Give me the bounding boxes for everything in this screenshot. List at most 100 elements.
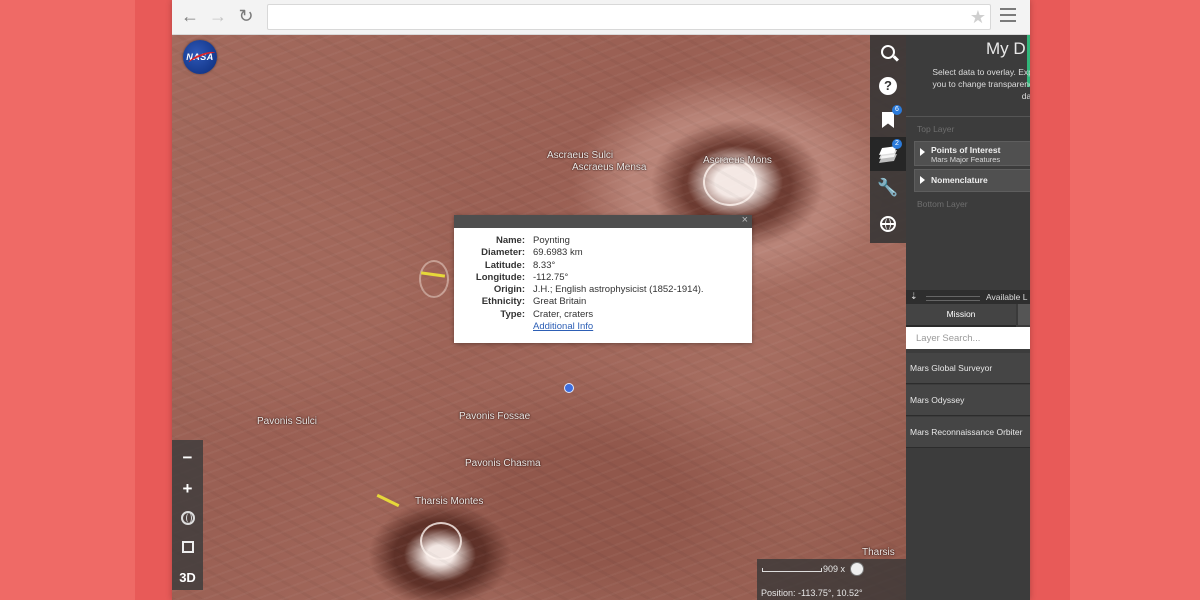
tab-next[interactable]	[1018, 304, 1030, 325]
tool-column: ? 6 2 🔧	[870, 35, 906, 243]
popup-value: Poynting	[533, 235, 570, 246]
nasa-logo[interactable]: NASA	[183, 40, 217, 74]
layers-badge: 2	[892, 139, 902, 149]
available-layers-bar[interactable]: ⇣ Available L	[906, 290, 1030, 304]
label-ascraeus-sulci: Ascraeus Sulci	[547, 150, 614, 161]
label-pavonis-sulci: Pavonis Sulci	[257, 416, 318, 427]
close-icon[interactable]: ×	[742, 214, 748, 227]
browser-toolbar: ← → ↻ ★	[172, 0, 1030, 35]
panel-description: Select data to overlay. Expa you to chan…	[910, 66, 1030, 102]
drag-handle[interactable]	[926, 296, 980, 301]
layer-name: Nomenclature	[931, 175, 988, 185]
popup-row: Diameter: 69.6983 km	[454, 247, 752, 259]
popup-value: J.H.; English astrophysicist (1852-1914)…	[533, 284, 704, 296]
tab-mission[interactable]: Mission	[906, 304, 1016, 327]
bookmark-icon	[882, 112, 894, 128]
popup-row: Longitude: -112.75°	[454, 272, 752, 284]
expand-triangle-icon[interactable]	[920, 176, 925, 184]
scale-bar	[762, 568, 822, 572]
globe-view-button[interactable]	[172, 505, 203, 531]
projection-ball-icon[interactable]	[850, 562, 864, 576]
wrench-icon: 🔧	[877, 178, 899, 197]
label-tharsis-montes: Tharsis Montes	[415, 496, 484, 507]
search-button[interactable]	[870, 35, 906, 69]
panel-description-line: you to change transparency	[932, 79, 1030, 89]
panel-description-line: Select data to overlay. Expa	[932, 67, 1030, 77]
popup-value: 69.6983 km	[533, 247, 583, 259]
arrow-right-icon[interactable]: →	[206, 4, 230, 28]
label-tharsis: Tharsis	[862, 547, 895, 558]
double-chevron-down-icon[interactable]: ⇣	[910, 291, 918, 302]
popup-key: Longitude:	[475, 271, 525, 283]
help-icon: ?	[879, 77, 897, 95]
list-item[interactable]: Mars Global Surveyor	[906, 353, 1030, 384]
pavonis-caldera	[420, 522, 462, 560]
popup-row: Origin: J.H.; English astrophysicist (18…	[454, 284, 752, 296]
layer-search-input[interactable]	[906, 327, 1030, 349]
3d-button[interactable]: 3D	[172, 564, 203, 590]
feature-info-popup: × Name: Poynting Diameter: 69.6983 km La…	[454, 214, 752, 343]
background-band-left	[135, 0, 175, 600]
divider	[906, 116, 1030, 117]
bookmarks-button[interactable]: 6	[870, 103, 906, 137]
popup-key: Diameter:	[481, 247, 525, 259]
poynting-crater	[419, 260, 449, 298]
tools-button[interactable]: 🔧	[870, 171, 906, 205]
help-button[interactable]: ?	[870, 69, 906, 103]
scale-text: 909 x	[823, 564, 846, 574]
star-icon[interactable]: ★	[970, 5, 986, 29]
popup-value: 8.33°	[533, 259, 556, 271]
zoom-out-button[interactable]: −	[172, 445, 203, 471]
popup-key-empty	[454, 321, 533, 333]
label-ascraeus-mons: Ascraeus Mons	[703, 155, 772, 166]
list-item[interactable]: Mars Reconnaissance Orbiter	[906, 417, 1030, 448]
panel-title: My D	[986, 39, 1026, 58]
popup-row: Ethnicity: Great Britain	[454, 296, 752, 308]
expand-triangle-icon[interactable]	[920, 148, 925, 156]
bookmarks-badge: 6	[892, 105, 902, 115]
tab-row: Mission	[906, 304, 1030, 327]
arrow-left-icon[interactable]: ←	[178, 4, 202, 28]
feature-highlight[interactable]	[376, 493, 400, 508]
position-readout: Position: -113.75°, 10.52°	[761, 588, 863, 598]
popup-row: Latitude: 8.33°	[454, 260, 752, 272]
layer-subtitle: Mars Major Features	[931, 155, 1001, 164]
layer-points-of-interest[interactable]: Points of Interest Mars Major Features	[914, 141, 1030, 166]
label-pavonis-chasma: Pavonis Chasma	[465, 458, 541, 469]
popup-body: Name: Poynting Diameter: 69.6983 km Lati…	[454, 228, 752, 333]
fullscreen-button[interactable]	[172, 534, 203, 560]
reload-icon[interactable]: ↻	[234, 4, 258, 28]
popup-key: Origin:	[493, 284, 525, 296]
panel-description-line: data	[1021, 91, 1030, 101]
list-item[interactable]: Mars Odyssey	[906, 385, 1030, 416]
zoom-in-button[interactable]: +	[172, 476, 203, 502]
globe-button[interactable]	[870, 207, 906, 241]
popup-value: Crater, craters	[533, 308, 594, 320]
top-layer-label: Top Layer	[917, 124, 955, 134]
search-icon	[881, 45, 895, 59]
popup-row: Type: Crater, craters	[454, 309, 752, 321]
hamburger-icon[interactable]	[1000, 8, 1016, 26]
label-pavonis-fossae: Pavonis Fossae	[459, 411, 531, 422]
popup-header: ×	[454, 214, 752, 228]
popup-row: Additional Info	[454, 321, 752, 333]
location-marker[interactable]	[564, 383, 574, 393]
layers-button[interactable]: 2	[870, 137, 906, 171]
scale-indicator: 909 x Position: -113.75°, 10.52°	[757, 559, 906, 600]
popup-key: Latitude:	[484, 259, 525, 271]
popup-row: Name: Poynting	[454, 235, 752, 247]
globe-icon	[880, 216, 896, 232]
layer-name: Points of Interest	[931, 145, 1001, 155]
background-band-right	[1030, 0, 1070, 600]
mars-map[interactable]: NASA Ascraeus Sulci Ascraeus Mensa Ascra…	[172, 35, 906, 600]
popup-value: -112.75°	[533, 271, 569, 283]
bottom-layer-label: Bottom Layer	[917, 199, 968, 209]
additional-info-link[interactable]: Additional Info	[533, 321, 593, 333]
layer-nomenclature[interactable]: Nomenclature	[914, 169, 1030, 192]
label-ascraeus-mensa: Ascraeus Mensa	[572, 162, 647, 173]
address-bar[interactable]: ★	[267, 4, 991, 30]
globe-icon	[180, 511, 195, 525]
layers-panel: My D Select data to overlay. Expa you to…	[906, 35, 1030, 600]
fullscreen-icon	[181, 541, 194, 553]
browser-window: ← → ↻ ★ NASA Ascraeus Sulci Ascraeus Men…	[172, 0, 1030, 600]
